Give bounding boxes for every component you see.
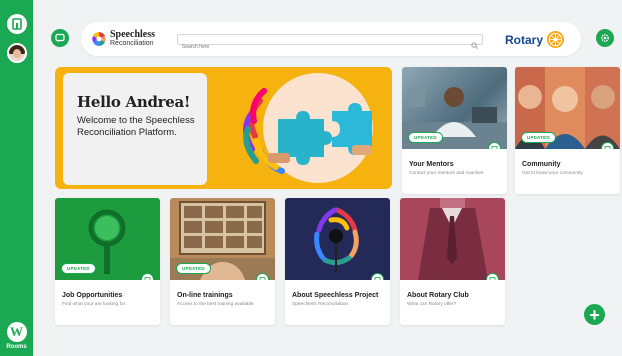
card-about-rotary[interactable]: About Rotary Club What can Rotary offer?: [400, 198, 505, 325]
card-title: Community: [522, 161, 561, 168]
card-description: Speechless Reconciliation: [292, 302, 348, 307]
bookmark-icon[interactable]: [256, 273, 269, 280]
jobs-image: UPDATED: [55, 198, 160, 280]
search-box[interactable]: [177, 34, 483, 52]
settings-icon[interactable]: [596, 29, 614, 47]
home-icon[interactable]: [7, 14, 27, 34]
community-image: UPDATED: [515, 67, 620, 149]
card-description: Get to know your community: [522, 171, 583, 176]
brand-logo-mark: [91, 31, 107, 47]
partner-name: Rotary: [505, 32, 544, 47]
bookmark-icon[interactable]: [371, 273, 384, 280]
card-online-trainings[interactable]: UPDATED On-line trainings Access to the …: [170, 198, 275, 325]
bookmark-icon[interactable]: [488, 142, 501, 149]
plus-icon: +: [589, 304, 600, 325]
card-description: What can Rotary offer?: [407, 302, 457, 307]
updated-badge: UPDATED: [61, 263, 96, 274]
card-community[interactable]: UPDATED Community Get to know your commu…: [515, 67, 620, 194]
puzzle-illustration: [243, 73, 373, 183]
speechless-image: [285, 198, 390, 280]
main-area: Speechless Reconciliation Rotary: [33, 0, 622, 356]
welcome-text: Welcome to the Speechless Reconciliation…: [77, 115, 195, 138]
bookmark-icon[interactable]: [486, 273, 499, 280]
updated-badge: UPDATED: [408, 132, 443, 143]
updated-badge: UPDATED: [521, 132, 556, 143]
trainings-image: UPDATED: [170, 198, 275, 280]
search-input[interactable]: [178, 42, 458, 52]
welcome-card: Hello Andrea! Welcome to the Speechless …: [63, 73, 207, 185]
left-sidebar: W Rooms: [0, 0, 33, 356]
card-title: About Rotary Club: [407, 292, 469, 299]
add-button[interactable]: +: [584, 304, 605, 325]
card-title: Your Mentors: [409, 161, 454, 168]
mentors-image: UPDATED: [402, 67, 507, 149]
updated-badge: UPDATED: [176, 263, 211, 274]
card-title: On-line trainings: [177, 292, 233, 299]
chat-icon[interactable]: [51, 29, 69, 47]
user-avatar[interactable]: [7, 43, 27, 63]
card-title: About Speechless Project: [292, 292, 379, 299]
speechless-logo-art: [314, 207, 359, 273]
rooms-button[interactable]: W Rooms: [0, 322, 33, 350]
top-bar: Speechless Reconciliation Rotary: [81, 22, 581, 56]
businessman-photo: [418, 198, 488, 280]
rooms-label: Rooms: [6, 344, 27, 350]
card-about-speechless[interactable]: About Speechless Project Speechless Reco…: [285, 198, 390, 325]
bookmark-icon[interactable]: [601, 142, 614, 149]
rotary-logo[interactable]: Rotary: [505, 30, 565, 49]
brand-logo[interactable]: Speechless Reconciliation: [91, 30, 155, 48]
card-description: Access to the best training available: [177, 302, 254, 307]
greeting: Hello Andrea!: [77, 93, 191, 111]
rooms-icon: W: [6, 322, 27, 342]
card-your-mentors[interactable]: UPDATED Your Mentors Contact your mentor…: [402, 67, 507, 194]
brand-subtitle: Reconciliation: [110, 40, 154, 47]
rotary-image: [400, 198, 505, 280]
welcome-banner: Hello Andrea! Welcome to the Speechless …: [55, 67, 392, 189]
brand-name: Speechless: [110, 29, 155, 40]
card-description: Contact your mentors and coaches: [409, 171, 484, 176]
card-description: Find what your are looking for: [62, 302, 126, 307]
bookmark-icon[interactable]: [141, 273, 154, 280]
card-job-opportunities[interactable]: UPDATED Job Opportunities Find what your…: [55, 198, 160, 325]
card-title: Job Opportunities: [62, 292, 123, 299]
rotary-wheel-icon: [546, 30, 565, 49]
search-icon[interactable]: [471, 36, 478, 49]
